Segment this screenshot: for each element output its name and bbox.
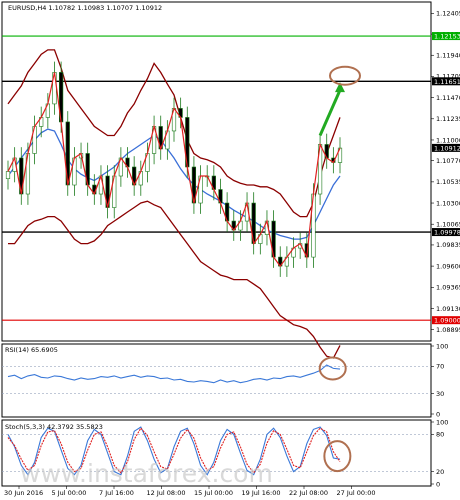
level-price-label: 1.09000	[434, 317, 460, 325]
x-tick-label: 15 Jul 00:00	[194, 489, 233, 497]
chart-canvas: 1.124051.121751.119401.117051.114701.112…	[1, 1, 460, 497]
main-y-tick-label: 1.11470	[436, 94, 460, 102]
current-price-label: 1.10912	[434, 144, 460, 152]
main-y-tick-label: 1.10065	[436, 221, 460, 229]
rsi-y-tick-label: 70	[436, 363, 444, 371]
stoch-y-tick-label: 100	[436, 418, 448, 426]
x-tick-label: 7 Jul 16:00	[99, 489, 134, 497]
main-y-tick-label: 1.09130	[436, 305, 460, 313]
level-price-label: 1.09978	[434, 229, 460, 237]
main-y-tick-label: 1.09835	[436, 241, 460, 249]
x-tick-label: 30 Jun 2016	[4, 489, 43, 497]
rsi-y-tick-label: 100	[436, 342, 448, 350]
rsi-title: RSI(14) 65.6905	[5, 346, 58, 354]
candle-body	[5, 171, 11, 180]
main-y-tick-label: 1.10770	[436, 157, 460, 165]
main-y-tick-label: 1.11235	[436, 115, 460, 123]
stoch-y-tick-label: 20	[436, 468, 444, 476]
stoch-y-tick-label: 0	[436, 480, 440, 488]
main-y-tick-label: 1.09600	[436, 262, 460, 270]
main-y-tick-label: 1.12405	[436, 10, 460, 18]
rsi-panel-frame	[1, 343, 432, 418]
x-tick-label: 19 Jul 16:00	[242, 489, 281, 497]
x-tick-label: 5 Jul 00:00	[52, 489, 87, 497]
rsi-y-tick-label: 30	[436, 390, 444, 398]
main-y-tick-label: 1.09365	[436, 284, 460, 292]
level-price-label: 1.12153	[434, 33, 460, 41]
x-tick-label: 12 Jul 08:00	[147, 489, 186, 497]
rsi-y-tick-label: 0	[436, 410, 440, 418]
main-y-tick-label: 1.11000	[436, 136, 460, 144]
x-tick-label: 27 Jul 00:00	[337, 489, 376, 497]
main-y-tick-label: 1.08895	[436, 326, 460, 334]
main-chart-header: EURUSD,H4 1.10782 1.10983 1.10707 1.1091…	[8, 4, 162, 12]
stoch-title: Stoch(5,3,3) 42.3792 35.5823	[5, 423, 103, 431]
watermark: www.instaforex.com	[20, 459, 273, 488]
stoch-y-tick-label: 80	[436, 431, 444, 439]
level-price-label: 1.11651	[434, 78, 460, 86]
main-y-tick-label: 1.11940	[436, 52, 460, 60]
x-tick-label: 22 Jul 08:00	[289, 489, 328, 497]
main-y-tick-label: 1.10300	[436, 199, 460, 207]
main-y-tick-label: 1.10535	[436, 178, 460, 186]
